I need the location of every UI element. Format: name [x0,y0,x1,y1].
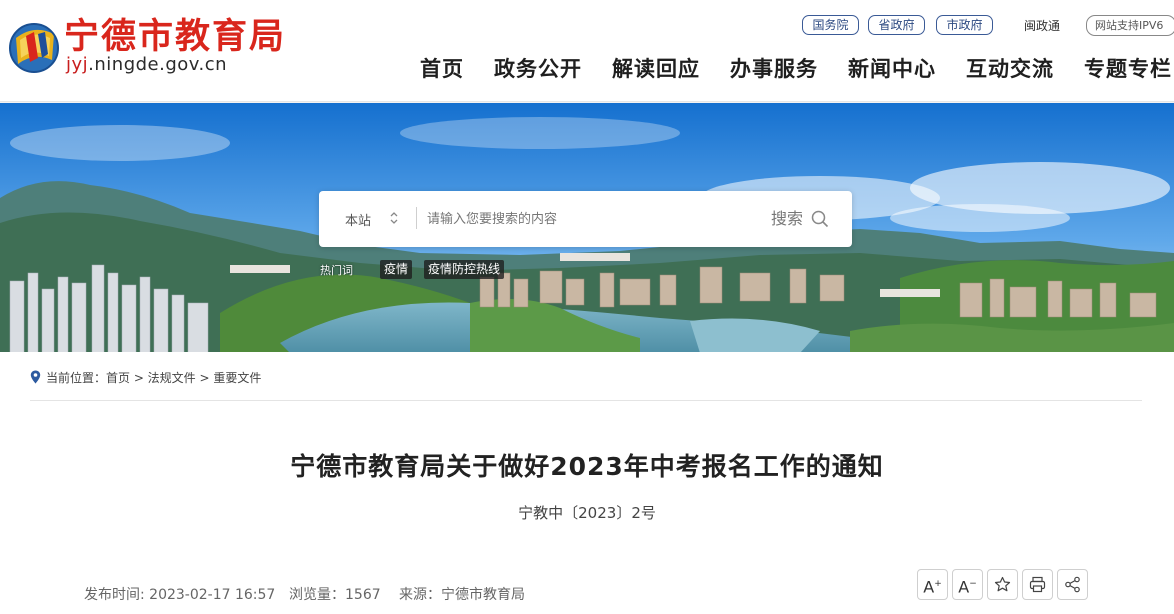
font-larger-icon: A+ [923,577,942,597]
site-header: 宁德市教育局 jyj.ningde.gov.cn 国务院 省政府 市政府 闽政通… [0,0,1174,102]
breadcrumb-text[interactable]: 当前位置：首页 > 法规文件 > 重要文件 [46,369,261,386]
top-link-shizhengfu[interactable]: 市政府 [936,15,993,35]
printer-icon [1029,576,1046,593]
font-larger-button[interactable]: A+ [917,569,948,600]
search-box: 本站 搜索 [319,191,852,247]
minzhengtong-link[interactable]: 闽政通 [1024,17,1060,34]
hot-keywords-label: 热门词 [320,264,353,277]
font-smaller-icon: A− [958,577,977,597]
font-smaller-button[interactable]: A− [952,569,983,600]
nav-home[interactable]: 首页 [420,53,464,83]
nav-interpretation[interactable]: 解读回应 [612,53,700,83]
search-input[interactable] [427,205,757,233]
hot-tag-yiqing[interactable]: 疫情 [380,260,413,279]
favorite-button[interactable] [987,569,1018,600]
star-icon [994,576,1011,592]
view-count: 浏览量：1567 [289,587,381,603]
nav-services[interactable]: 办事服务 [730,53,818,83]
article-source: 来源：宁德市教育局 [399,587,525,603]
article-title: 宁德市教育局关于做好2023年中考报名工作的通知 [290,452,884,481]
domain-rest: .ningde.gov.cn [88,54,228,75]
publish-time: 发布时间: 2023-02-17 16:57 [84,587,276,603]
document-number: 宁教中〔2023〕2号 [518,504,656,522]
education-emblem-icon[interactable] [8,14,60,74]
ipv6-badge: 网站支持IPV6 [1086,15,1174,36]
top-link-shengzhengfu[interactable]: 省政府 [868,15,925,35]
share-icon [1065,576,1080,593]
top-link-guowuyuan[interactable]: 国务院 [802,15,859,35]
nav-news-center[interactable]: 新闻中心 [848,53,936,83]
breadcrumb-divider [30,400,1142,401]
nav-interaction[interactable]: 互动交流 [966,53,1054,83]
chevron-up-down-icon[interactable] [389,209,399,227]
print-button[interactable] [1022,569,1053,600]
location-pin-icon [30,370,41,384]
article-card: 当前位置：首页 > 法规文件 > 重要文件 宁德市教育局关于做好2023年中考报… [0,352,1174,614]
nav-special-topics[interactable]: 专题专栏 [1084,53,1172,83]
page: 宁德市教育局 jyj.ningde.gov.cn 国务院 省政府 市政府 闽政通… [0,0,1174,614]
site-domain: jyj.ningde.gov.cn [66,54,227,75]
nav-government-affairs[interactable]: 政务公开 [494,53,582,83]
share-button[interactable] [1057,569,1088,600]
domain-prefix: jyj [66,54,89,75]
search-scope-select[interactable]: 本站 [345,210,371,229]
search-icon[interactable] [811,210,829,228]
search-divider [416,207,417,229]
hot-tag-hotline[interactable]: 疫情防控热线 [424,260,505,279]
site-name[interactable]: 宁德市教育局 [64,8,286,59]
